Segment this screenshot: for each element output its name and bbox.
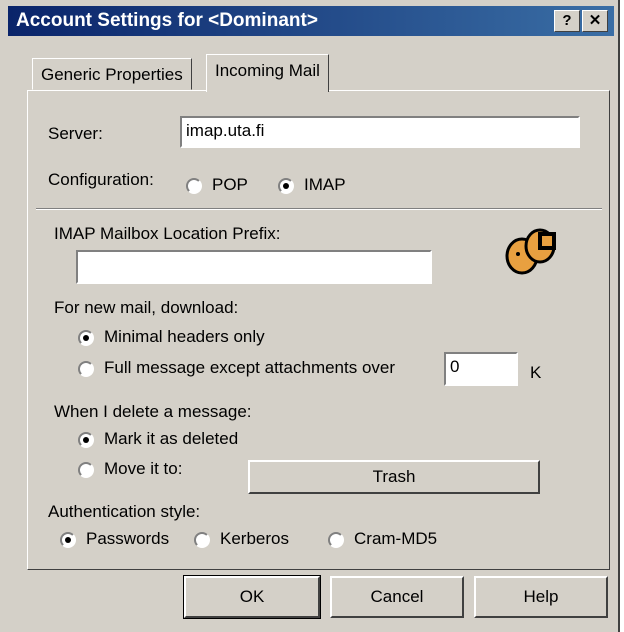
server-input[interactable]: imap.uta.fi xyxy=(180,116,580,148)
full-message-label: Full message except attachments over xyxy=(104,358,396,377)
full-message-radio[interactable] xyxy=(78,361,94,377)
trash-folder-button[interactable]: Trash xyxy=(248,460,540,494)
mark-deleted-label: Mark it as deleted xyxy=(104,429,239,448)
move-to-label: Move it to: xyxy=(104,459,183,478)
size-unit-label: K xyxy=(530,363,542,382)
auth-label: Authentication style: xyxy=(48,502,201,521)
kerberos-label: Kerberos xyxy=(220,529,289,548)
cram-md5-label: Cram-MD5 xyxy=(354,529,438,548)
window-title: Account Settings for <Dominant> xyxy=(16,10,318,31)
imap-prefix-label: IMAP Mailbox Location Prefix: xyxy=(54,224,281,243)
separator xyxy=(36,208,602,210)
passwords-radio[interactable] xyxy=(60,532,76,548)
minimal-headers-label: Minimal headers only xyxy=(104,327,265,346)
pop-label: POP xyxy=(212,175,248,194)
tab-generic-properties[interactable]: Generic Properties xyxy=(32,58,192,90)
move-to-radio[interactable] xyxy=(78,462,94,478)
server-label: Server: xyxy=(48,124,103,143)
pop-radio[interactable] xyxy=(186,178,202,194)
attachment-size-input[interactable]: 0 xyxy=(444,352,518,386)
title-bar: Account Settings for <Dominant> ? ✕ xyxy=(8,6,614,36)
kerberos-radio[interactable] xyxy=(194,532,210,548)
help-button[interactable]: Help xyxy=(474,576,608,618)
delete-label: When I delete a message: xyxy=(54,402,252,421)
imap-radio[interactable] xyxy=(278,178,294,194)
configuration-label: Configuration: xyxy=(48,170,154,189)
ok-button[interactable]: OK xyxy=(183,575,321,619)
imap-label: IMAP xyxy=(304,175,346,194)
mark-deleted-radio[interactable] xyxy=(78,432,94,448)
close-title-button[interactable]: ✕ xyxy=(582,10,608,32)
minimal-headers-radio[interactable] xyxy=(78,330,94,346)
download-label: For new mail, download: xyxy=(54,298,239,317)
account-settings-dialog: Account Settings for <Dominant> ? ✕ Gene… xyxy=(0,0,620,632)
users-icon xyxy=(500,226,560,276)
passwords-label: Passwords xyxy=(86,529,170,548)
imap-prefix-input[interactable] xyxy=(76,250,432,284)
tab-incoming-mail[interactable]: Incoming Mail xyxy=(206,54,329,92)
cram-md5-radio[interactable] xyxy=(328,532,344,548)
cancel-button[interactable]: Cancel xyxy=(330,576,464,618)
help-title-button[interactable]: ? xyxy=(554,10,580,32)
